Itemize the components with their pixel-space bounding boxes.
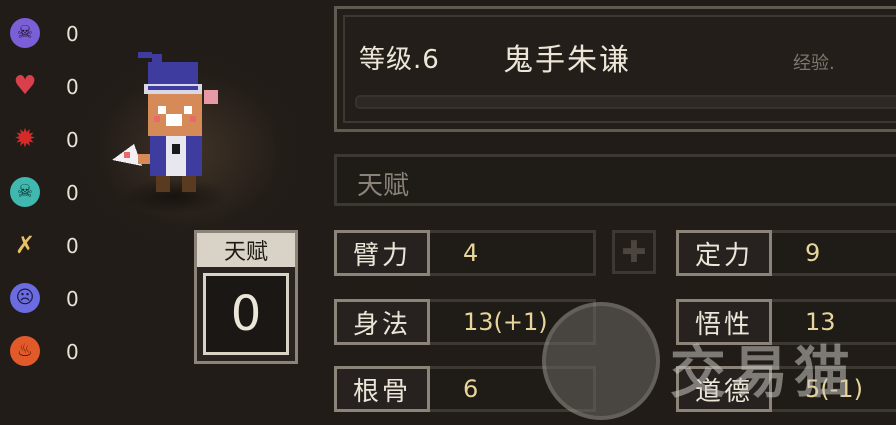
status-row-burn[interactable]: ♨ 0 [10, 336, 90, 368]
broken-bone-icon: ✗ [14, 231, 36, 259]
stat-label: 定力 [676, 230, 772, 276]
stat-label: 身法 [334, 299, 430, 345]
fire-icon: ♨ [10, 336, 40, 366]
status-count: 0 [66, 128, 79, 152]
talent-points-label: 天赋 [197, 233, 295, 267]
status-count: 0 [66, 234, 79, 258]
character-name: 鬼手朱谦 [503, 43, 631, 78]
stat-value: 4 [463, 239, 479, 267]
status-row-skull[interactable]: ☠ 0 [10, 18, 90, 50]
exp-label: 经验. [793, 53, 835, 74]
status-count: 0 [66, 22, 79, 46]
watermark: 交易猫 [542, 302, 882, 422]
cat-logo-icon [542, 302, 660, 420]
plus-icon: ✚ [621, 234, 647, 270]
talent-points-value: 0 [203, 273, 289, 355]
purple-skull-icon: ☠ [10, 18, 40, 48]
status-row-ghost[interactable]: ☹ 0 [10, 283, 90, 315]
stat-bili: 臂力 4 [334, 230, 596, 276]
stat-value: 9 [805, 239, 821, 267]
stat-dingli: 定力 9 [676, 230, 896, 276]
broken-heart-icon: ♥ [13, 71, 37, 101]
stat-value: 6 [463, 375, 479, 403]
status-count: 0 [66, 181, 79, 205]
status-row-bleed[interactable]: ✹ 0 [10, 124, 90, 156]
stat-label: 根骨 [334, 366, 430, 412]
teal-poison-skull-icon: ☠ [10, 177, 40, 207]
purple-ghost-face-icon: ☹ [10, 283, 40, 313]
red-splat-icon: ✹ [14, 124, 36, 154]
talent-field[interactable]: 天赋 [334, 154, 896, 206]
talent-points-box: 天赋 0 [194, 230, 298, 364]
status-count: 0 [66, 340, 79, 364]
status-row-fracture[interactable]: ✗ 0 [10, 230, 90, 262]
status-count: 0 [66, 75, 79, 99]
status-row-poison[interactable]: ☠ 0 [10, 177, 90, 209]
add-stat-button[interactable]: ✚ [612, 230, 656, 274]
status-row-broken-heart[interactable]: ♥ 0 [10, 71, 90, 103]
watermark-text: 交易猫 [670, 341, 856, 406]
status-count: 0 [66, 287, 79, 311]
character-info-panel: 等级.6 鬼手朱谦 经验. [334, 6, 896, 132]
level-text: 等级.6 [359, 45, 440, 75]
character-sprite [112, 52, 218, 192]
stat-label: 臂力 [334, 230, 430, 276]
talent-field-label: 天赋 [357, 171, 410, 201]
exp-bar [355, 95, 896, 109]
stat-value: 13(+1) [463, 308, 548, 336]
